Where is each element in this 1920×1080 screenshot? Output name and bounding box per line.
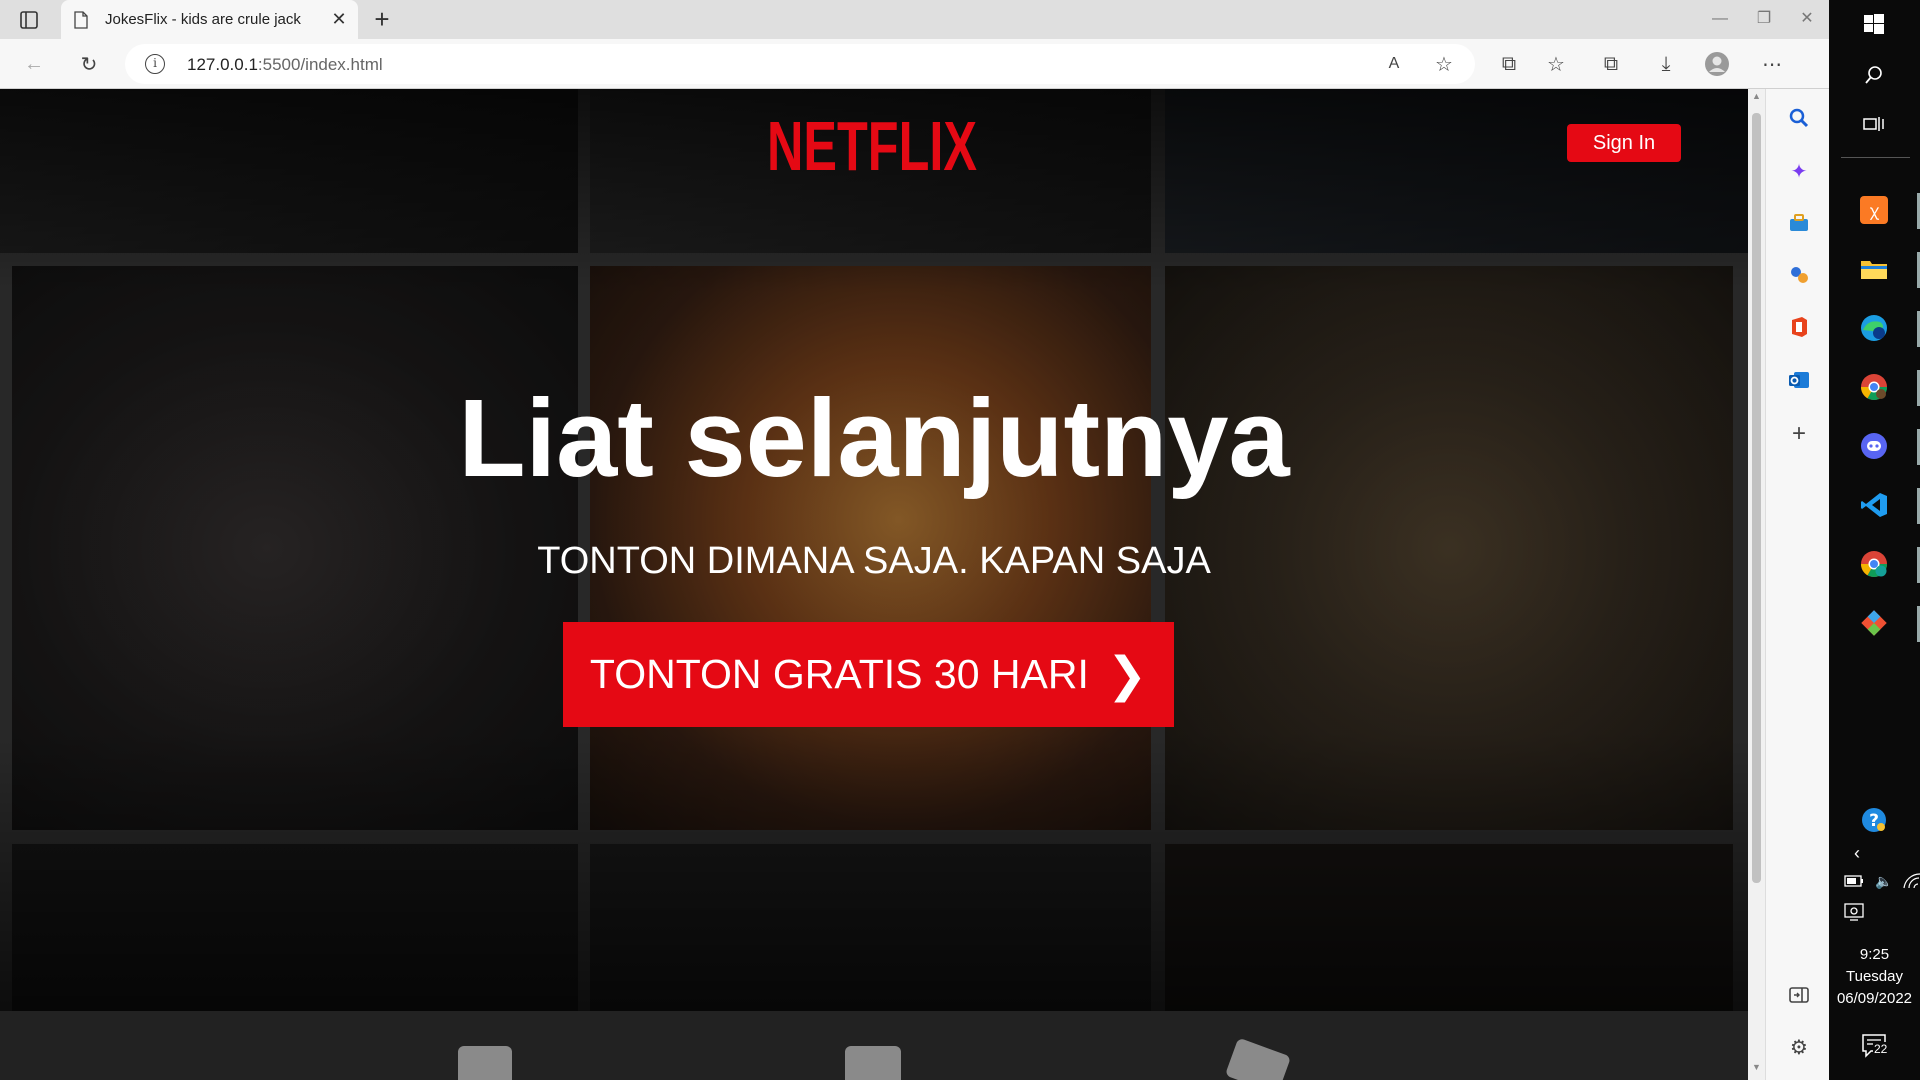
free-trial-label: TONTON GRATIS 30 HARI — [589, 651, 1089, 697]
hero-section: NETFLIX Sign In Liat selanjutnya TONTON … — [0, 89, 1748, 1011]
downloads-icon[interactable]: ⤓ — [1652, 50, 1680, 78]
scroll-down-icon[interactable]: ▼ — [1748, 1062, 1765, 1078]
scroll-up-icon[interactable]: ▲ — [1748, 91, 1765, 107]
collections-icon[interactable]: ⧉ — [1597, 50, 1625, 78]
profile-avatar[interactable] — [1703, 50, 1731, 78]
address-bar[interactable]: i 127.0.0.1:5500/index.html A ☆ — [125, 44, 1475, 84]
more-menu-icon[interactable]: ⋯ — [1758, 50, 1786, 78]
tab-close-button[interactable]: ✕ — [329, 9, 349, 29]
browser-toolbar: ← ↻ i 127.0.0.1:5500/index.html A ☆ ⧉ ☆ … — [0, 39, 1829, 89]
edge-sidebar: ✦ + ⚙ — [1765, 89, 1829, 1080]
tab-title: JokesFlix - kids are crule jack — [105, 11, 301, 28]
clock-day[interactable]: Tuesday — [1829, 966, 1920, 988]
minimize-button[interactable]: — — [1698, 6, 1742, 32]
chrome-icon[interactable] — [1857, 370, 1891, 404]
favorites-icon[interactable]: ☆ — [1542, 50, 1570, 78]
add-icon[interactable]: + — [1786, 420, 1812, 447]
browser-window: JokesFlix - kids are crule jack ✕ + — ❐ … — [0, 0, 1829, 1080]
search-icon[interactable] — [1786, 105, 1812, 131]
task-view-icon[interactable] — [1857, 107, 1891, 141]
file-explorer-icon[interactable] — [1857, 252, 1891, 286]
split-screen-icon[interactable] — [1786, 982, 1812, 1008]
help-icon[interactable]: ? — [1857, 803, 1891, 837]
git-icon[interactable] — [1857, 606, 1891, 640]
battery-icon[interactable] — [1837, 864, 1871, 898]
new-tab-button[interactable]: + — [369, 6, 395, 33]
windows-taskbar: ꭓ ? ‹ 🔈 9:25 Tuesday 06/09/2022 22 — [1829, 0, 1920, 1080]
refresh-button[interactable]: ↻ — [75, 50, 103, 78]
tab-bar: JokesFlix - kids are crule jack ✕ + — ❐ … — [0, 0, 1829, 39]
chevron-right-icon: ❯ — [1106, 648, 1148, 702]
windows-start-icon[interactable] — [1857, 7, 1891, 41]
netflix-logo[interactable]: NETFLIX — [767, 111, 977, 181]
clock-time[interactable]: 9:25 — [1829, 944, 1920, 966]
chrome-profile-icon[interactable] — [1857, 547, 1891, 581]
clock-date[interactable]: 06/09/2022 — [1829, 988, 1920, 1010]
download-feature-icon — [1224, 1037, 1292, 1080]
window-close-button[interactable]: ✕ — [1785, 6, 1829, 32]
outlook-icon[interactable] — [1786, 367, 1812, 393]
sparkle-icon[interactable]: ✦ — [1786, 158, 1812, 184]
wifi-icon[interactable] — [1895, 864, 1920, 898]
free-trial-button[interactable]: TONTON GRATIS 30 HARI ❯ — [563, 622, 1174, 727]
tv-feature-icon — [458, 1046, 512, 1080]
toolbox-icon[interactable] — [1786, 210, 1812, 236]
extensions-icon[interactable]: ⧉ — [1495, 50, 1523, 78]
tab-actions-icon[interactable] — [18, 9, 40, 31]
browser-tab[interactable]: JokesFlix - kids are crule jack ✕ — [61, 0, 358, 39]
sign-in-button[interactable]: Sign In — [1567, 124, 1681, 162]
settings-icon[interactable]: ⚙ — [1786, 1034, 1812, 1060]
svg-text:ꭓ: ꭓ — [1870, 201, 1880, 220]
hero-headline: Liat selanjutnya — [458, 377, 1290, 500]
vscode-icon[interactable] — [1857, 488, 1891, 522]
restore-button[interactable]: ❐ — [1742, 6, 1786, 32]
page-icon — [74, 11, 88, 29]
features-section — [0, 1011, 1748, 1080]
discord-icon[interactable] — [1857, 429, 1891, 463]
page-viewport: NETFLIX Sign In Liat selanjutnya TONTON … — [0, 89, 1748, 1080]
hero-subheadline: TONTON DIMANA SAJA. KAPAN SAJA — [537, 540, 1211, 582]
add-favorite-icon[interactable]: ☆ — [1430, 50, 1458, 78]
notification-count: 22 — [1873, 1042, 1889, 1056]
office-icon[interactable] — [1786, 314, 1812, 340]
scrollbar-thumb[interactable] — [1752, 113, 1761, 883]
url-text[interactable]: 127.0.0.1:5500/index.html — [187, 55, 383, 75]
screen-capture-icon[interactable] — [1837, 895, 1871, 929]
back-button[interactable]: ← — [20, 50, 48, 78]
search-icon[interactable] — [1857, 58, 1891, 92]
edge-icon[interactable] — [1857, 311, 1891, 345]
site-info-icon[interactable]: i — [145, 54, 165, 74]
notifications-icon[interactable]: 22 — [1859, 1030, 1893, 1064]
xampp-icon[interactable]: ꭓ — [1857, 193, 1891, 227]
games-icon[interactable] — [1786, 262, 1812, 288]
read-aloud-icon[interactable]: A — [1380, 50, 1408, 78]
page-scrollbar[interactable]: ▲ ▼ — [1748, 89, 1765, 1080]
device-feature-icon — [845, 1046, 901, 1080]
